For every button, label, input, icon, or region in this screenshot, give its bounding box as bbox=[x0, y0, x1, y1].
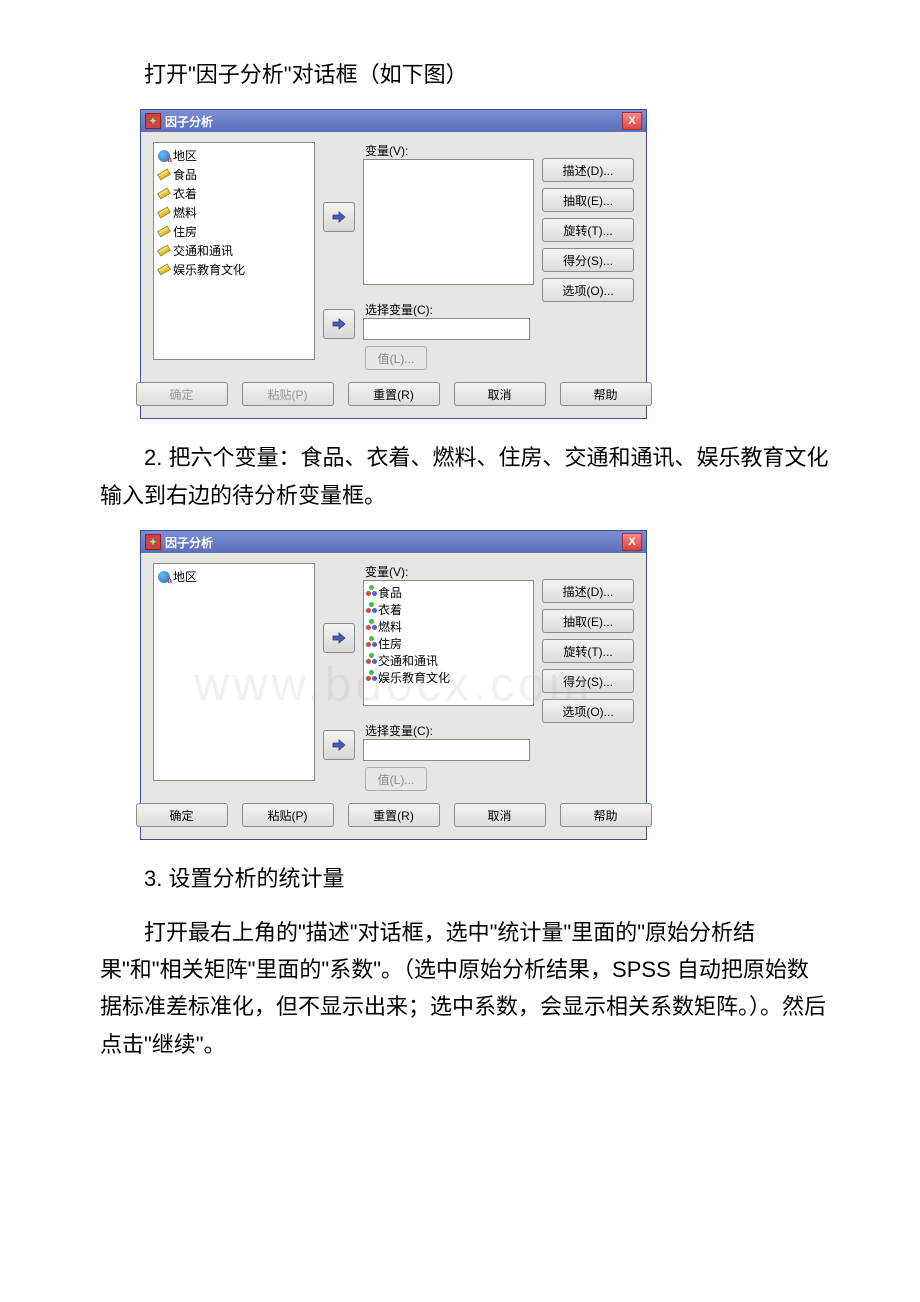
move-to-variables-button[interactable] bbox=[323, 623, 355, 653]
variables-list[interactable]: 食品 衣着 燃料 住房 交通和通讯 娱乐教育文化 bbox=[363, 580, 534, 706]
scale-icon bbox=[366, 602, 378, 614]
source-variable-list[interactable]: 地区 食品 衣着 燃料 住房 交通和通讯 娱乐教育文化 bbox=[153, 142, 315, 360]
dialog-footer: 确定 粘贴(P) 重置(R) 取消 帮助 bbox=[141, 791, 646, 839]
selection-variable-input[interactable] bbox=[363, 739, 530, 761]
intro-paragraph: 打开"因子分析"对话框（如下图） bbox=[100, 56, 830, 93]
cancel-button[interactable]: 取消 bbox=[454, 382, 546, 406]
factor-analysis-dialog-1: ✦ 因子分析 X 地区 食品 衣着 燃料 住房 交通和通讯 娱乐教育文化 变量(… bbox=[140, 109, 647, 419]
list-item: 交通和通讯 bbox=[156, 241, 312, 260]
score-button[interactable]: 得分(S)... bbox=[542, 248, 634, 272]
string-icon bbox=[158, 150, 170, 162]
list-item: 交通和通讯 bbox=[366, 652, 531, 669]
move-to-variables-button[interactable] bbox=[323, 202, 355, 232]
describe-button[interactable]: 描述(D)... bbox=[542, 579, 634, 603]
list-item: 娱乐教育文化 bbox=[156, 260, 312, 279]
arrow-right-icon bbox=[331, 317, 347, 331]
string-icon bbox=[158, 571, 170, 583]
ruler-icon bbox=[158, 169, 170, 181]
help-button[interactable]: 帮助 bbox=[560, 382, 652, 406]
move-to-selection-button[interactable] bbox=[323, 730, 355, 760]
extract-button[interactable]: 抽取(E)... bbox=[542, 188, 634, 212]
list-item: 地区 bbox=[156, 567, 312, 586]
ruler-icon bbox=[158, 207, 170, 219]
reset-button[interactable]: 重置(R) bbox=[348, 382, 440, 406]
variables-list[interactable] bbox=[363, 159, 534, 285]
list-item: 食品 bbox=[366, 584, 531, 601]
app-icon: ✦ bbox=[145, 113, 161, 129]
scale-icon bbox=[366, 636, 378, 648]
list-item: 燃料 bbox=[366, 618, 531, 635]
ruler-icon bbox=[158, 264, 170, 276]
extract-button[interactable]: 抽取(E)... bbox=[542, 609, 634, 633]
variables-label: 变量(V): bbox=[363, 142, 534, 159]
options-button[interactable]: 选项(O)... bbox=[542, 699, 634, 723]
list-item: 食品 bbox=[156, 165, 312, 184]
source-variable-list[interactable]: 地区 bbox=[153, 563, 315, 781]
list-item: 娱乐教育文化 bbox=[366, 669, 531, 686]
factor-analysis-dialog-2: www.bdocx.com ✦ 因子分析 X 地区 变量(V): 食品 衣着 bbox=[140, 530, 647, 840]
scale-icon bbox=[366, 670, 378, 682]
ruler-icon bbox=[158, 245, 170, 257]
step3b-paragraph: 打开最右上角的"描述"对话框，选中"统计量"里面的"原始分析结果"和"相关矩阵"… bbox=[100, 914, 830, 1064]
list-item: 衣着 bbox=[156, 184, 312, 203]
list-item: 燃料 bbox=[156, 203, 312, 222]
value-button: 值(L)... bbox=[365, 346, 427, 370]
close-icon[interactable]: X bbox=[622, 533, 642, 551]
app-icon: ✦ bbox=[145, 534, 161, 550]
step3a-paragraph: 3. 设置分析的统计量 bbox=[100, 860, 830, 897]
list-item: 住房 bbox=[366, 635, 531, 652]
scale-icon bbox=[366, 619, 378, 631]
list-item: 住房 bbox=[156, 222, 312, 241]
list-item: 地区 bbox=[156, 146, 312, 165]
selection-variable-input[interactable] bbox=[363, 318, 530, 340]
arrow-right-icon bbox=[331, 210, 347, 224]
options-button[interactable]: 选项(O)... bbox=[542, 278, 634, 302]
help-button[interactable]: 帮助 bbox=[560, 803, 652, 827]
dialog-footer: 确定 粘贴(P) 重置(R) 取消 帮助 bbox=[141, 370, 646, 418]
selection-variable-label: 选择变量(C): bbox=[363, 301, 530, 318]
ruler-icon bbox=[158, 188, 170, 200]
dialog-title: 因子分析 bbox=[165, 534, 622, 551]
ok-button[interactable]: 确定 bbox=[136, 803, 228, 827]
ok-button: 确定 bbox=[136, 382, 228, 406]
step2-paragraph: 2. 把六个变量：食品、衣着、燃料、住房、交通和通讯、娱乐教育文化输入到右边的待… bbox=[100, 439, 830, 514]
ruler-icon bbox=[158, 226, 170, 238]
describe-button[interactable]: 描述(D)... bbox=[542, 158, 634, 182]
value-button: 值(L)... bbox=[365, 767, 427, 791]
rotate-button[interactable]: 旋转(T)... bbox=[542, 639, 634, 663]
paste-button[interactable]: 粘贴(P) bbox=[242, 803, 334, 827]
variables-label: 变量(V): bbox=[363, 563, 534, 580]
selection-variable-label: 选择变量(C): bbox=[363, 722, 530, 739]
move-to-selection-button[interactable] bbox=[323, 309, 355, 339]
scale-icon bbox=[366, 585, 378, 597]
titlebar: ✦ 因子分析 X bbox=[141, 110, 646, 132]
list-item: 衣着 bbox=[366, 601, 531, 618]
cancel-button[interactable]: 取消 bbox=[454, 803, 546, 827]
paste-button: 粘贴(P) bbox=[242, 382, 334, 406]
arrow-right-icon bbox=[331, 631, 347, 645]
score-button[interactable]: 得分(S)... bbox=[542, 669, 634, 693]
rotate-button[interactable]: 旋转(T)... bbox=[542, 218, 634, 242]
reset-button[interactable]: 重置(R) bbox=[348, 803, 440, 827]
dialog-title: 因子分析 bbox=[165, 113, 622, 130]
titlebar: ✦ 因子分析 X bbox=[141, 531, 646, 553]
scale-icon bbox=[366, 653, 378, 665]
arrow-right-icon bbox=[331, 738, 347, 752]
close-icon[interactable]: X bbox=[622, 112, 642, 130]
